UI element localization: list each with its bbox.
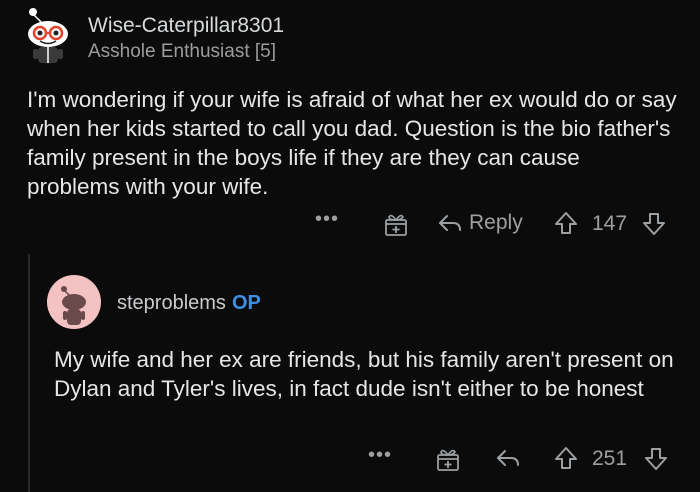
gift-icon: [385, 214, 407, 236]
downvote-button[interactable]: [641, 211, 667, 237]
reply-body: My wife and her ex are friends, but his …: [54, 347, 674, 401]
more-options-button[interactable]: •••: [368, 444, 392, 467]
snoo-avatar-icon: [47, 275, 101, 329]
thread-line[interactable]: [28, 254, 30, 492]
snoo-avatar-icon: [28, 8, 68, 63]
reply-username[interactable]: steproblems: [117, 292, 226, 314]
upvote-arrow-icon: [555, 212, 577, 234]
award-button[interactable]: [383, 211, 409, 237]
op-badge: OP: [231, 292, 261, 314]
upvote-button[interactable]: [553, 210, 579, 236]
reply-button[interactable]: [495, 445, 521, 471]
more-options-button[interactable]: •••: [315, 208, 339, 231]
reply-arrow-icon: [497, 450, 519, 466]
comment-actions: •••: [315, 208, 339, 231]
reply-avatar[interactable]: [47, 275, 101, 329]
reply-username-row: steproblems OP: [117, 292, 261, 315]
reply-label: Reply: [469, 211, 523, 234]
vote-count: 251: [592, 447, 628, 470]
user-flair: Asshole Enthusiast [5]: [88, 41, 276, 62]
upvote-button[interactable]: [553, 445, 579, 471]
reply-button[interactable]: Reply: [437, 210, 523, 236]
avatar[interactable]: [18, 6, 78, 66]
comment-username[interactable]: Wise-Caterpillar8301: [88, 14, 284, 38]
reply-arrow-icon: [439, 215, 461, 231]
vote-count: 147: [592, 212, 628, 235]
award-button[interactable]: [435, 446, 461, 472]
reply-actions: •••: [368, 444, 392, 467]
downvote-arrow-icon: [643, 213, 665, 235]
downvote-button[interactable]: [643, 446, 669, 472]
comment-body: I'm wondering if your wife is afraid of …: [27, 87, 677, 199]
gift-icon: [437, 449, 459, 471]
upvote-arrow-icon: [555, 447, 577, 469]
downvote-arrow-icon: [645, 448, 667, 470]
